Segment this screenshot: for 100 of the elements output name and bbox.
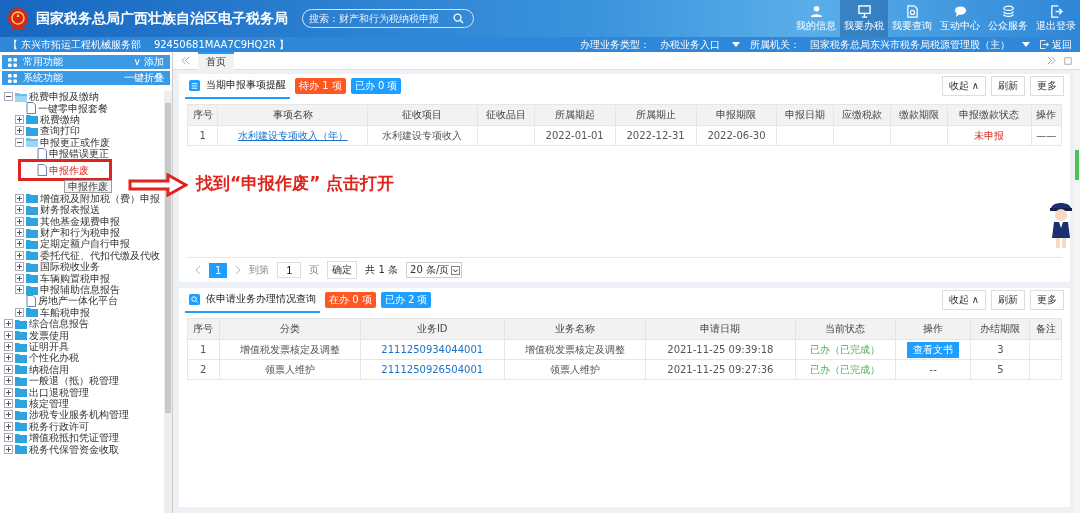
scrollbar[interactable] — [164, 91, 172, 513]
tree-item[interactable]: 国际税收业务 — [40, 261, 100, 273]
return-icon — [1040, 40, 1049, 49]
expander-icon[interactable] — [4, 421, 13, 431]
expander-icon[interactable] — [15, 126, 24, 136]
tree-item[interactable]: 核定管理 — [29, 397, 69, 409]
tree-item[interactable]: 发票使用 — [29, 329, 69, 341]
column-header: 业务名称 — [504, 318, 646, 340]
column-header: 操作 — [895, 318, 971, 340]
tree-item[interactable]: 涉税专业服务机构管理 — [29, 409, 129, 421]
expander-icon[interactable] — [4, 92, 13, 102]
expander-icon[interactable] — [4, 398, 13, 408]
folder-icon — [15, 387, 27, 398]
tree-item[interactable]: 税费申报及缴纳 — [29, 91, 99, 103]
folder-icon — [15, 409, 27, 420]
tree-item[interactable]: 房地产一体化平台 — [38, 295, 118, 307]
emblem-logo — [6, 6, 30, 31]
table-cell: 1 — [199, 130, 206, 141]
page-size-select[interactable]: 20 条/页 — [406, 262, 463, 278]
expander-icon[interactable] — [4, 364, 13, 374]
panel-title[interactable]: 当期申报事项提醒 — [185, 73, 290, 99]
tree-item[interactable]: 出口退税管理 — [29, 386, 89, 398]
column-header: 事项名称 — [217, 104, 368, 126]
column-header: 办结期限 — [970, 318, 1030, 340]
expander-icon[interactable] — [4, 353, 13, 363]
folder-icon — [26, 125, 38, 136]
tree-item[interactable]: 委托代征、代扣代缴及代收 — [40, 249, 160, 261]
tree-item[interactable]: 查询打印 — [40, 125, 80, 137]
tree-item[interactable]: 综合信息报告 — [29, 318, 89, 330]
expander-icon[interactable] — [15, 137, 24, 147]
tree-item[interactable]: 纳税信用 — [29, 363, 69, 375]
expander-icon[interactable] — [4, 387, 13, 397]
expander-icon[interactable] — [4, 444, 13, 454]
tree-item[interactable]: 申报作废 — [49, 164, 89, 176]
authority-dropdown[interactable]: 国家税务总局东兴市税务局税源管理股（主） — [810, 37, 1030, 52]
column-header: 缴款期限 — [890, 104, 948, 126]
expander-icon[interactable] — [4, 433, 13, 443]
panel-button[interactable]: 收起 ∧ — [941, 76, 986, 96]
page-input[interactable]: 1 — [277, 262, 302, 278]
folder-icon — [26, 307, 38, 318]
expander-icon[interactable] — [15, 285, 24, 295]
confirm-button[interactable]: 确定 — [327, 261, 358, 279]
tree-item[interactable]: 车辆购置税申报 — [40, 272, 110, 284]
authority-label: 所属机关： — [750, 37, 800, 52]
tree-item[interactable]: 一键零申报套餐 — [38, 102, 108, 114]
folder-icon — [26, 137, 38, 148]
nav-item[interactable]: 我要办税 — [840, 0, 888, 37]
expander-icon[interactable] — [15, 239, 24, 249]
expander-icon[interactable] — [4, 342, 13, 351]
folder-icon — [15, 318, 27, 329]
tree-item[interactable]: 其他基金规费申报 — [40, 215, 120, 227]
expander-icon[interactable] — [15, 205, 24, 215]
scrollbar[interactable] — [1074, 70, 1080, 513]
tree-item[interactable]: 申报错误更正 — [49, 148, 109, 160]
tree-item[interactable]: 税务代保管资金收取 — [29, 443, 119, 455]
nav-item[interactable]: 退出登录 — [1032, 0, 1080, 37]
tree-item[interactable]: 财产和行为税申报 — [40, 227, 120, 239]
expander-icon[interactable] — [15, 193, 24, 203]
expander-icon[interactable] — [4, 376, 13, 386]
panel-title[interactable]: 依申请业务办理情况查询 — [185, 287, 320, 313]
expander-icon[interactable] — [15, 262, 24, 272]
tree-item[interactable]: 税务行政许可 — [29, 420, 89, 432]
total-count: 共 1 条 — [365, 263, 399, 277]
tree-item[interactable]: 一般退（抵）税管理 — [29, 375, 119, 387]
panel-button[interactable]: 更多 — [1030, 76, 1064, 96]
tree-item[interactable]: 个性化办税 — [29, 352, 79, 364]
folder-icon — [26, 227, 38, 238]
business-type-dropdown[interactable]: 办税业务入口 — [660, 37, 740, 52]
tree-item[interactable]: 税费缴纳 — [40, 113, 80, 125]
folder-icon — [26, 216, 38, 227]
tree-item[interactable]: 申报辅助信息报告 — [40, 284, 120, 296]
search-document-icon — [905, 4, 919, 18]
tree-item[interactable]: 车船税申报 — [40, 306, 90, 318]
expander-icon[interactable] — [15, 307, 24, 317]
panel-button[interactable]: 更多 — [1030, 290, 1064, 310]
tree-item[interactable]: 申报更正或作废 — [40, 136, 110, 148]
tree-item[interactable]: 定期定额户自行申报 — [40, 238, 130, 250]
tree-item[interactable]: 财务报表报送 — [40, 204, 100, 216]
expander-icon[interactable] — [15, 250, 24, 260]
expander-icon[interactable] — [15, 114, 24, 124]
table-cell: 2 — [200, 364, 207, 375]
panel-button[interactable]: 收起 ∧ — [941, 290, 986, 310]
tree-item[interactable]: 证明开具 — [29, 341, 69, 352]
table-cell: 2022-01-01 — [545, 130, 604, 141]
back-link[interactable]: 返回 — [1040, 37, 1072, 52]
expander-icon[interactable] — [15, 216, 24, 226]
search-icon[interactable] — [453, 13, 464, 24]
expander-icon[interactable] — [4, 410, 13, 420]
tree-item[interactable]: 增值税及附加税（费）申报 — [40, 192, 160, 204]
column-header: 操作 — [1031, 104, 1062, 126]
panel-button[interactable]: 刷新 — [991, 290, 1025, 310]
status-text: 已办（已完成） — [810, 343, 881, 355]
expander-icon[interactable] — [4, 319, 13, 329]
taxpayer-label: 【 东兴市拓运工程机械服务部 92450681MAA7C9HQ2R 】 — [8, 37, 289, 52]
expander-icon[interactable] — [15, 273, 24, 283]
panel-button[interactable]: 刷新 — [991, 76, 1025, 96]
logout-icon — [1049, 4, 1063, 18]
expander-icon[interactable] — [15, 228, 24, 238]
expander-icon[interactable] — [4, 330, 13, 340]
tree-item[interactable]: 增值税抵扣凭证管理 — [29, 432, 119, 444]
